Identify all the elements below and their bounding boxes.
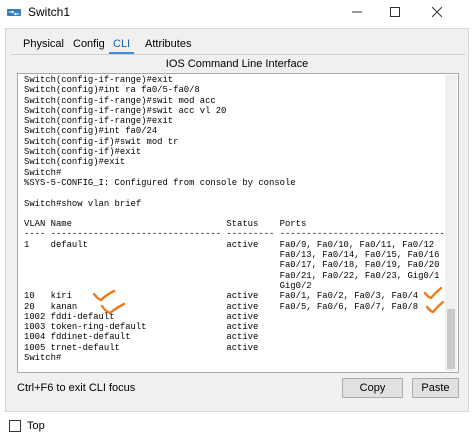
terminal-scrollbar[interactable]	[445, 75, 457, 371]
terminal-line: 1004 fddinet-default active	[24, 332, 259, 343]
window-title: Switch1	[28, 5, 71, 19]
paste-button[interactable]: Paste	[412, 378, 459, 398]
terminal-line: 20 kanan active Fa0/5, Fa0/6, Fa0/7, Fa0…	[24, 301, 419, 312]
terminal-line: 1003 token-ring-default active	[24, 322, 259, 333]
terminal-line: %SYS-5-CONFIG_I: Configured from console…	[24, 177, 296, 188]
terminal-line: Switch(config)#exit	[24, 157, 126, 168]
terminal-line: Switch#	[24, 167, 62, 178]
tab-attributes[interactable]: Attributes	[139, 37, 197, 55]
tab-bar: Physical Config CLI Attributes	[11, 33, 465, 55]
close-icon	[432, 7, 442, 17]
terminal-line: 10 kiri active Fa0/1, Fa0/2, Fa0/3, Fa0/…	[24, 291, 419, 302]
checkmark-annotation	[425, 301, 445, 314]
cli-terminal[interactable]: Switch(config-if-range)#exit Switch(confi…	[17, 73, 459, 373]
checkmark-annotation	[92, 289, 116, 302]
title-bar: Switch1	[0, 0, 474, 24]
terminal-line: Switch(config-if-range)#swit mod acc	[24, 95, 216, 106]
cli-focus-hint: Ctrl+F6 to exit CLI focus	[17, 382, 136, 394]
checkmark-annotation	[423, 287, 443, 300]
terminal-line: ---- -------------------------------- --…	[24, 229, 444, 240]
tab-physical[interactable]: Physical	[17, 37, 70, 55]
terminal-line: Switch(config-if)#exit	[24, 147, 142, 158]
terminal-line: Switch(config-if-range)#swit acc vl 20	[24, 105, 227, 116]
close-button[interactable]	[420, 0, 454, 24]
minimize-button[interactable]	[340, 0, 374, 24]
terminal-line: Switch(config-if-range)#exit	[24, 75, 174, 85]
top-checkbox[interactable]	[9, 420, 21, 432]
terminal-line: Switch#show vlan brief	[24, 198, 142, 209]
maximize-icon	[390, 7, 400, 17]
terminal-line: Switch(config)#int ra fa0/5-fa0/8	[24, 85, 200, 96]
copy-button[interactable]: Copy	[342, 378, 403, 398]
terminal-line: Switch#	[24, 353, 62, 364]
terminal-line: 1005 trnet-default active	[24, 342, 259, 353]
terminal-line: Switch(config-if)#swit mod tr	[24, 136, 179, 147]
terminal-line: Fa0/17, Fa0/18, Fa0/19, Fa0/20	[24, 260, 440, 271]
minimize-icon	[352, 11, 362, 13]
tab-cli[interactable]: CLI	[107, 37, 136, 55]
terminal-line: 1002 fddi-default active	[24, 311, 259, 322]
switch-icon	[7, 9, 21, 16]
maximize-button[interactable]	[378, 0, 412, 24]
terminal-line: Gig0/2	[24, 280, 312, 291]
checkmark-annotation	[100, 302, 126, 315]
tab-config[interactable]: Config	[67, 37, 111, 55]
terminal-line: VLAN Name Status Ports	[24, 219, 307, 230]
top-checkbox-label: Top	[27, 420, 45, 432]
terminal-line: 1 default active Fa0/9, Fa0/10, Fa0/11, …	[24, 239, 435, 250]
device-dialog: Physical Config CLI Attributes IOS Comma…	[5, 28, 469, 412]
terminal-line: Fa0/21, Fa0/22, Fa0/23, Gig0/1	[24, 270, 440, 281]
scrollbar-thumb[interactable]	[447, 309, 455, 369]
cli-pane-title: IOS Command Line Interface	[165, 58, 309, 70]
terminal-output[interactable]: Switch(config-if-range)#exit Switch(confi…	[24, 75, 444, 371]
terminal-line: Switch(config)#int fa0/24	[24, 126, 158, 137]
terminal-line: Fa0/13, Fa0/14, Fa0/15, Fa0/16	[24, 250, 440, 261]
terminal-line: Switch(config-if-range)#exit	[24, 116, 174, 127]
